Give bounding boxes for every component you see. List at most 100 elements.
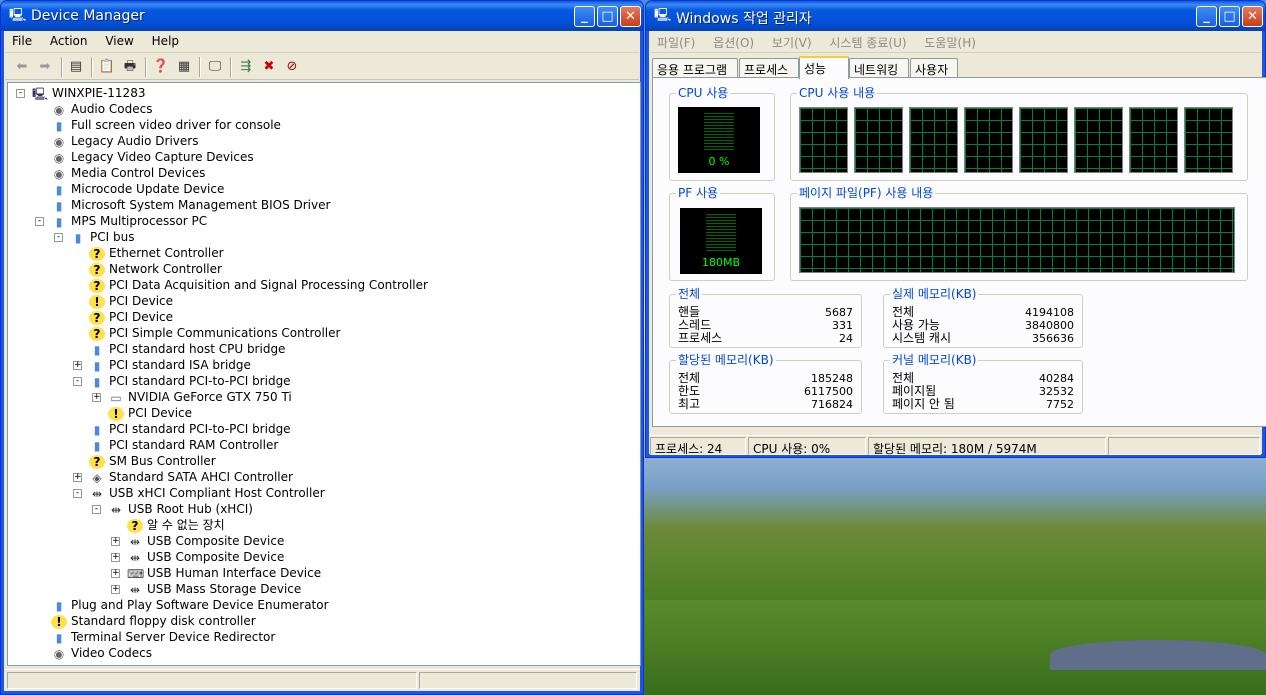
- tree-item-label: PCI Device: [109, 310, 174, 324]
- forward-arrow-icon[interactable]: ➡: [36, 58, 54, 76]
- tree-item[interactable]: ◉ Media Control Devices: [51, 165, 206, 181]
- uninstall-icon[interactable]: ✖: [260, 58, 278, 76]
- tree-item[interactable]: ? 알 수 없는 장치: [127, 517, 225, 533]
- collapse-toggle[interactable]: -: [54, 233, 63, 242]
- tree-item[interactable]: ⇹ USB Root Hub (xHCI): [108, 501, 253, 517]
- tree-item[interactable]: ⇹ USB Composite Device: [127, 533, 284, 549]
- tree-item[interactable]: ? PCI Device: [89, 309, 173, 325]
- tree-item[interactable]: ▮ MPS Multiprocessor PC: [51, 213, 207, 229]
- tree-item[interactable]: ? Ethernet Controller: [89, 245, 224, 261]
- kernel-memory-label: 커널 메모리(KB): [890, 353, 979, 367]
- menu-view[interactable]: 보기(V): [765, 31, 819, 51]
- cpu-history-group: CPU 사용 내용: [790, 86, 1248, 181]
- menu-help[interactable]: 도움말(H): [917, 31, 983, 51]
- stat-row: 전체 185248: [678, 372, 853, 386]
- codec-icon: ◉: [53, 102, 65, 117]
- help-icon[interactable]: ❓: [152, 58, 170, 76]
- menu-view[interactable]: View: [98, 31, 140, 48]
- close-button[interactable]: ✕: [620, 6, 641, 27]
- tab-networking[interactable]: 네트워킹: [849, 58, 909, 78]
- tree-item[interactable]: ▭ NVIDIA GeForce GTX 750 Ti: [108, 389, 291, 405]
- collapse-toggle[interactable]: -: [35, 217, 44, 226]
- tree-item[interactable]: ▮ PCI standard host CPU bridge: [89, 341, 286, 357]
- maximize-button[interactable]: □: [1219, 6, 1240, 27]
- tree-item[interactable]: ▮ PCI standard PCI-to-PCI bridge: [89, 373, 291, 389]
- device-tree[interactable]: - 🖳 WINXPIE-11283 ◉ Audio Codecs ▮ Full screen…: [7, 82, 641, 666]
- tree-item[interactable]: ▮ PCI standard RAM Controller: [89, 437, 279, 453]
- print-icon[interactable]: 🖶: [121, 58, 139, 76]
- tab-processes[interactable]: 프로세스: [739, 58, 799, 78]
- disable-icon[interactable]: ⊘: [283, 58, 301, 76]
- expand-toggle[interactable]: +: [73, 361, 82, 370]
- collapse-toggle[interactable]: -: [73, 489, 82, 498]
- expand-toggle[interactable]: +: [111, 585, 120, 594]
- tree-item[interactable]: ◈ Standard SATA AHCI Controller: [89, 469, 293, 485]
- tree-item[interactable]: ▮ Microcode Update Device: [51, 181, 225, 197]
- collapse-toggle[interactable]: -: [73, 377, 82, 386]
- device-manager-titlebar[interactable]: 🖳 Device Manager _ □ ✕: [1, 1, 643, 31]
- collapse-toggle[interactable]: -: [16, 89, 25, 98]
- menu-action[interactable]: Action: [43, 31, 95, 48]
- maximize-button[interactable]: □: [597, 6, 618, 27]
- close-button[interactable]: ✕: [1242, 6, 1263, 27]
- export-list-icon[interactable]: ▦: [175, 58, 193, 76]
- minimize-button[interactable]: _: [574, 6, 595, 27]
- tree-item[interactable]: ▮ Full screen video driver for console: [51, 117, 281, 133]
- tree-item[interactable]: ! PCI Device: [108, 405, 192, 421]
- tree-item[interactable]: ? PCI Data Acquisition and Signal Process…: [89, 277, 428, 293]
- show-hide-tree-icon[interactable]: ▤: [67, 58, 85, 76]
- minimize-button[interactable]: _: [1196, 6, 1217, 27]
- tree-item[interactable]: ▮ PCI standard PCI-to-PCI bridge: [89, 421, 291, 437]
- properties-icon[interactable]: 📋: [98, 58, 116, 76]
- tab-users[interactable]: 사용자: [910, 58, 958, 78]
- menu-file[interactable]: 파일(F): [650, 31, 702, 51]
- warning-device-icon: !: [51, 614, 67, 629]
- expand-toggle[interactable]: +: [111, 569, 120, 578]
- tree-item[interactable]: ! Standard floppy disk controller: [51, 613, 256, 629]
- tree-item[interactable]: ▮ PCI bus: [70, 229, 135, 245]
- tree-item[interactable]: ▮ PCI standard ISA bridge: [89, 357, 251, 373]
- tree-item[interactable]: ? Network Controller: [89, 261, 222, 277]
- tree-item[interactable]: ▮ Terminal Server Device Redirector: [51, 629, 276, 645]
- menu-help[interactable]: Help: [145, 31, 186, 48]
- tree-item[interactable]: ! PCI Device: [89, 293, 173, 309]
- stat-name: 전체: [892, 371, 915, 385]
- device-manager-title: Device Manager: [31, 8, 145, 24]
- tree-item-label: Legacy Video Capture Devices: [71, 150, 254, 164]
- tree-item[interactable]: ⇹ USB Mass Storage Device: [127, 581, 301, 597]
- menu-file[interactable]: File: [5, 31, 39, 48]
- tree-item[interactable]: ◉ Video Codecs: [51, 645, 152, 661]
- scan-hardware-icon[interactable]: 🖵: [206, 58, 224, 76]
- tree-item[interactable]: 🖳 WINXPIE-11283: [32, 85, 145, 101]
- tab-applications[interactable]: 응용 프로그램: [652, 58, 738, 78]
- expand-toggle[interactable]: +: [92, 393, 101, 402]
- update-driver-icon[interactable]: ⇶: [237, 58, 255, 76]
- menu-shutdown[interactable]: 시스템 종료(U): [822, 31, 913, 51]
- stat-name: 사용 가능: [892, 318, 940, 332]
- tree-item[interactable]: ▮ Microsoft System Management BIOS Driver: [51, 197, 331, 213]
- tree-item[interactable]: ⌨ USB Human Interface Device: [127, 565, 321, 581]
- tree-item[interactable]: ◉ Legacy Video Capture Devices: [51, 149, 254, 165]
- collapse-toggle[interactable]: -: [92, 505, 101, 514]
- pf-meter-bars: [706, 214, 736, 252]
- usb-icon: ⇹: [129, 550, 141, 565]
- expand-toggle[interactable]: +: [73, 473, 82, 482]
- stat-value: 6117500: [804, 385, 853, 398]
- tree-item[interactable]: ◉ Audio Codecs: [51, 101, 153, 117]
- expand-toggle[interactable]: +: [111, 553, 120, 562]
- tree-item[interactable]: ? PCI Simple Communications Controller: [89, 325, 340, 341]
- tree-item-label: USB Root Hub (xHCI): [128, 502, 253, 516]
- expand-toggle[interactable]: +: [111, 537, 120, 546]
- tree-item[interactable]: ◉ Legacy Audio Drivers: [51, 133, 199, 149]
- stat-value: 40284: [1039, 372, 1074, 385]
- menu-options[interactable]: 옵션(O): [706, 31, 761, 51]
- pf-history-group: 페이지 파일(PF) 사용 내용: [790, 186, 1248, 281]
- tree-item[interactable]: ▮ Plug and Play Software Device Enumerato…: [51, 597, 329, 613]
- task-manager-titlebar[interactable]: 🖳 Windows 작업 관리자 _ □ ✕: [646, 1, 1265, 31]
- tree-item[interactable]: ? SM Bus Controller: [89, 453, 216, 469]
- tree-item[interactable]: ⇹ USB Composite Device: [127, 549, 284, 565]
- tree-item[interactable]: ⇹ USB xHCI Compliant Host Controller: [89, 485, 325, 501]
- keyboard-icon: ⌨: [127, 566, 145, 581]
- tab-performance[interactable]: 성능: [799, 56, 849, 79]
- back-arrow-icon[interactable]: ⬅: [13, 58, 31, 76]
